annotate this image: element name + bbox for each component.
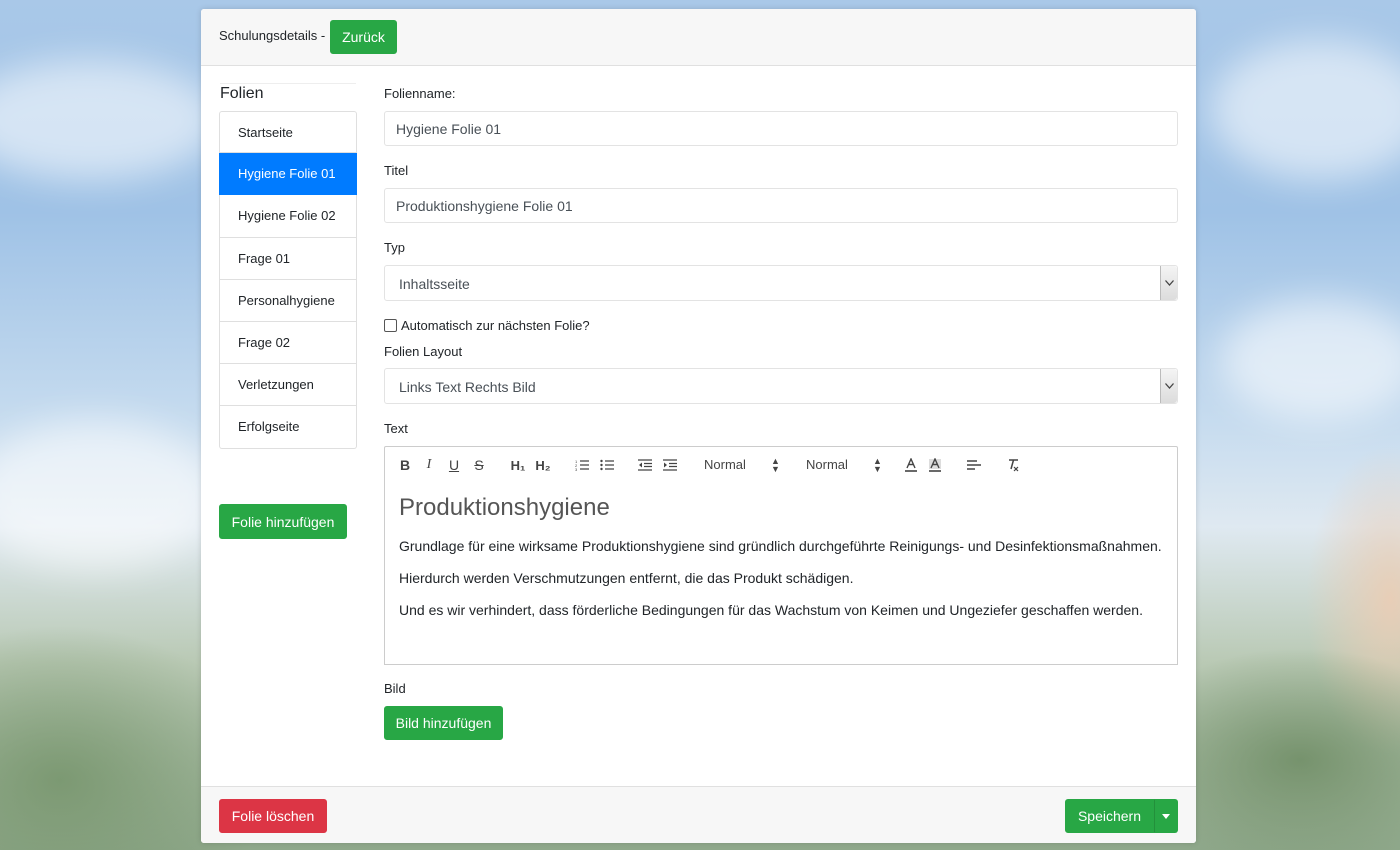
outdent-icon[interactable] — [637, 456, 653, 474]
title-label: Titel — [384, 163, 409, 178]
bullet-list-icon[interactable] — [599, 456, 615, 474]
strike-button[interactable]: S — [472, 456, 486, 474]
slide-list: Startseite Hygiene Folie 01 Hygiene Foli… — [219, 111, 357, 449]
sidebar-divider — [220, 83, 356, 84]
text-label: Text — [384, 421, 408, 436]
h2-button[interactable]: H₂ — [534, 456, 552, 474]
slide-item-hygiene-folie-02[interactable]: Hygiene Folie 02 — [219, 195, 357, 238]
align-left-icon[interactable] — [967, 456, 981, 474]
caret-down-icon — [1162, 813, 1170, 819]
sidebar-heading: Folien — [220, 85, 264, 102]
type-select[interactable]: Inhaltsseite — [384, 265, 1178, 301]
chevron-down-icon — [1160, 369, 1177, 403]
editor-content[interactable]: Produktionshygiene Grundlage für eine wi… — [384, 482, 1178, 665]
save-dropdown-toggle[interactable] — [1154, 799, 1178, 833]
size-select-value: Normal — [704, 457, 746, 472]
editor-toolbar: B I U S H₁ H₂ 123 Normal ▲ ▼ Normal ▲ ▼ — [384, 446, 1178, 483]
slide-name-label: Folienname: — [384, 86, 456, 101]
slide-item-frage-01[interactable]: Frage 01 — [219, 237, 357, 280]
add-image-button[interactable]: Bild hinzufügen — [384, 706, 503, 740]
card-header: Schulungsdetails - Zurück — [201, 9, 1196, 66]
page-title: Schulungsdetails - — [219, 28, 326, 43]
editor-paragraph: Und es wir verhindert, dass förderliche … — [399, 602, 1143, 618]
updown-icon: ▲ ▼ — [771, 456, 780, 474]
add-slide-button[interactable]: Folie hinzufügen — [219, 504, 347, 539]
editor-paragraph: Grundlage für eine wirksame Produktionsh… — [399, 538, 1162, 554]
ordered-list-icon[interactable]: 123 — [574, 456, 590, 474]
background-color-icon[interactable] — [928, 456, 942, 474]
header-select-value: Normal — [806, 457, 848, 472]
layout-select-value: Links Text Rechts Bild — [399, 379, 536, 395]
slide-item-frage-02[interactable]: Frage 02 — [219, 321, 357, 365]
layout-select[interactable]: Links Text Rechts Bild — [384, 368, 1178, 404]
slide-name-input[interactable] — [384, 111, 1178, 146]
slide-item-startseite[interactable]: Startseite — [219, 111, 357, 154]
card-footer: Folie löschen Speichern — [201, 786, 1196, 843]
delete-slide-button[interactable]: Folie löschen — [219, 799, 327, 833]
slide-item-erfolgseite[interactable]: Erfolgseite — [219, 406, 357, 449]
type-label: Typ — [384, 240, 405, 255]
italic-button[interactable]: I — [422, 456, 436, 474]
editor-heading: Produktionshygiene — [399, 494, 610, 521]
slide-item-verletzungen[interactable]: Verletzungen — [219, 364, 357, 407]
layout-label: Folien Layout — [384, 344, 463, 359]
clear-format-icon[interactable] — [1006, 456, 1020, 474]
save-button[interactable]: Speichern — [1065, 799, 1154, 833]
updown-icon: ▲ ▼ — [873, 456, 882, 474]
title-input[interactable] — [384, 188, 1178, 223]
editor-paragraph: Hierdurch werden Verschmutzungen entfern… — [399, 570, 854, 586]
header-select[interactable]: Normal ▲ ▼ — [806, 456, 884, 474]
back-button[interactable]: Zurück — [330, 20, 397, 54]
h1-button[interactable]: H₁ — [509, 456, 527, 474]
save-button-group: Speichern — [1065, 799, 1178, 833]
indent-icon[interactable] — [662, 456, 678, 474]
slide-item-hygiene-folie-01[interactable]: Hygiene Folie 01 — [219, 153, 357, 196]
slide-editor-card: Schulungsdetails - Zurück Folien Startse… — [201, 9, 1196, 843]
auto-next-label: Automatisch zur nächsten Folie? — [401, 318, 590, 333]
text-color-icon[interactable] — [904, 456, 918, 474]
type-select-value: Inhaltsseite — [399, 276, 470, 292]
size-select[interactable]: Normal ▲ ▼ — [704, 456, 782, 474]
svg-text:3: 3 — [575, 467, 578, 471]
chevron-down-icon — [1160, 266, 1177, 300]
slide-item-personalhygiene[interactable]: Personalhygiene — [219, 279, 357, 322]
bold-button[interactable]: B — [398, 456, 412, 474]
underline-button[interactable]: U — [447, 456, 461, 474]
image-label: Bild — [384, 681, 406, 696]
auto-next-checkbox[interactable] — [384, 319, 397, 332]
